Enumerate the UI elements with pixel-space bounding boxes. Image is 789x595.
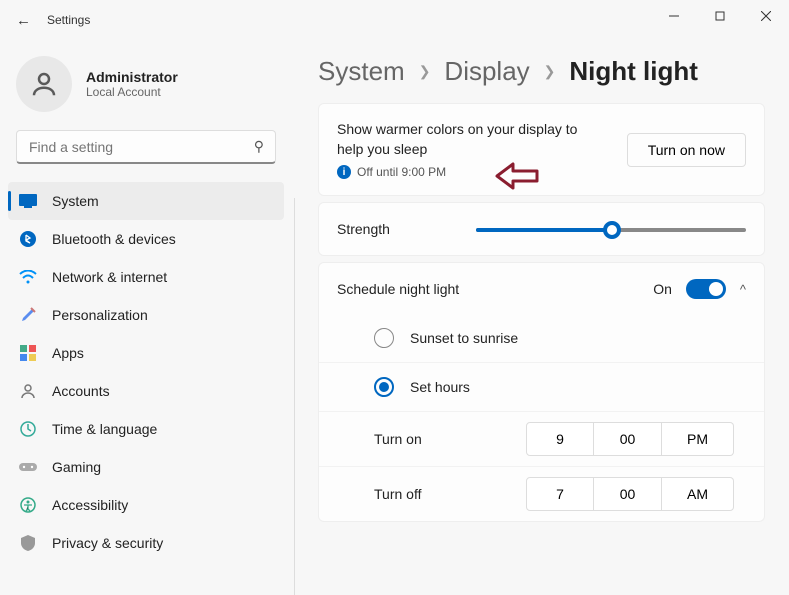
nav-network[interactable]: Network & internet	[8, 258, 284, 296]
nav-accounts[interactable]: Accounts	[8, 372, 284, 410]
brush-icon	[18, 305, 38, 325]
search-box[interactable]: ⚲	[16, 130, 276, 164]
turn-on-minute[interactable]: 00	[594, 422, 662, 456]
profile-type: Local Account	[86, 85, 178, 99]
slider-fill	[476, 228, 606, 232]
nav-label: System	[52, 193, 99, 209]
sidebar: Administrator Local Account ⚲ System Blu…	[0, 40, 292, 562]
card-description: Show warmer colors on your display to he…	[337, 120, 597, 159]
strength-slider[interactable]	[476, 219, 746, 239]
turn-on-hour[interactable]: 9	[526, 422, 594, 456]
turn-off-label: Turn off	[374, 486, 494, 502]
search-input[interactable]	[16, 130, 276, 164]
apps-icon	[18, 343, 38, 363]
strength-card: Strength	[318, 202, 765, 256]
nav-time-language[interactable]: Time & language	[8, 410, 284, 448]
turn-off-hour[interactable]: 7	[526, 477, 594, 511]
nav-label: Gaming	[52, 459, 101, 475]
toggle-knob	[709, 282, 723, 296]
nav-gaming[interactable]: Gaming	[8, 448, 284, 486]
nav-label: Privacy & security	[52, 535, 163, 551]
turn-on-time-row: Turn on 9 00 PM	[319, 411, 764, 466]
nav-personalization[interactable]: Personalization	[8, 296, 284, 334]
nav-system[interactable]: System	[8, 182, 284, 220]
radio-label: Set hours	[410, 379, 470, 395]
close-button[interactable]	[743, 0, 789, 32]
nav-label: Accounts	[52, 383, 110, 399]
gaming-icon	[18, 457, 38, 477]
turn-off-minute[interactable]: 00	[594, 477, 662, 511]
nav-bluetooth[interactable]: Bluetooth & devices	[8, 220, 284, 258]
turn-on-label: Turn on	[374, 431, 494, 447]
wifi-icon	[18, 267, 38, 287]
accounts-icon	[18, 381, 38, 401]
turn-off-ampm[interactable]: AM	[662, 477, 734, 511]
profile-name: Administrator	[86, 69, 178, 85]
turn-on-now-button[interactable]: Turn on now	[627, 133, 746, 167]
back-arrow-icon[interactable]: ←	[16, 12, 31, 29]
nav-label: Network & internet	[52, 269, 167, 285]
nav-label: Accessibility	[52, 497, 128, 513]
strength-label: Strength	[337, 221, 390, 237]
info-icon: i	[337, 165, 351, 179]
chevron-right-icon: ❯	[544, 63, 556, 80]
turn-on-ampm[interactable]: PM	[662, 422, 734, 456]
clock-globe-icon	[18, 419, 38, 439]
night-light-card: Show warmer colors on your display to he…	[318, 103, 765, 196]
schedule-title: Schedule night light	[337, 281, 459, 297]
nav-apps[interactable]: Apps	[8, 334, 284, 372]
schedule-card-header: Schedule night light On ^	[318, 262, 765, 316]
radio-set-hours[interactable]: Set hours	[319, 363, 764, 411]
slider-thumb[interactable]	[603, 221, 621, 239]
nav-label: Apps	[52, 345, 84, 361]
nav-list: System Bluetooth & devices Network & int…	[0, 182, 292, 562]
accessibility-icon	[18, 495, 38, 515]
schedule-state-label: On	[653, 281, 672, 297]
breadcrumb: System ❯ Display ❯ Night light	[318, 56, 765, 87]
chevron-right-icon: ❯	[419, 63, 431, 80]
turn-off-time-row: Turn off 7 00 AM	[319, 466, 764, 521]
nav-label: Bluetooth & devices	[52, 231, 176, 247]
search-icon: ⚲	[254, 138, 264, 155]
radio-icon	[374, 328, 394, 348]
avatar-icon	[16, 56, 72, 112]
nav-privacy[interactable]: Privacy & security	[8, 524, 284, 562]
window-controls	[651, 0, 789, 32]
schedule-body: Sunset to sunrise Set hours Turn on 9 00…	[318, 310, 765, 522]
radio-icon	[374, 377, 394, 397]
radio-sunset-sunrise[interactable]: Sunset to sunrise	[319, 314, 764, 363]
system-icon	[18, 191, 38, 211]
window-title: Settings	[47, 13, 90, 27]
maximize-button[interactable]	[697, 0, 743, 32]
nav-label: Time & language	[52, 421, 157, 437]
nav-label: Personalization	[52, 307, 148, 323]
radio-label: Sunset to sunrise	[410, 330, 518, 346]
shield-icon	[18, 533, 38, 553]
minimize-button[interactable]	[651, 0, 697, 32]
status-line: i Off until 9:00 PM	[337, 165, 627, 179]
profile-block[interactable]: Administrator Local Account	[0, 40, 292, 122]
nav-accessibility[interactable]: Accessibility	[8, 486, 284, 524]
chevron-up-icon[interactable]: ^	[740, 282, 746, 297]
content-divider	[294, 198, 295, 595]
breadcrumb-display[interactable]: Display	[444, 56, 529, 87]
status-text: Off until 9:00 PM	[357, 165, 446, 179]
titlebar: ← Settings	[0, 0, 789, 40]
breadcrumb-system[interactable]: System	[318, 56, 405, 87]
content-area: System ❯ Display ❯ Night light Show warm…	[302, 40, 789, 595]
bluetooth-icon	[18, 229, 38, 249]
breadcrumb-current: Night light	[569, 56, 698, 87]
schedule-toggle[interactable]	[686, 279, 726, 299]
